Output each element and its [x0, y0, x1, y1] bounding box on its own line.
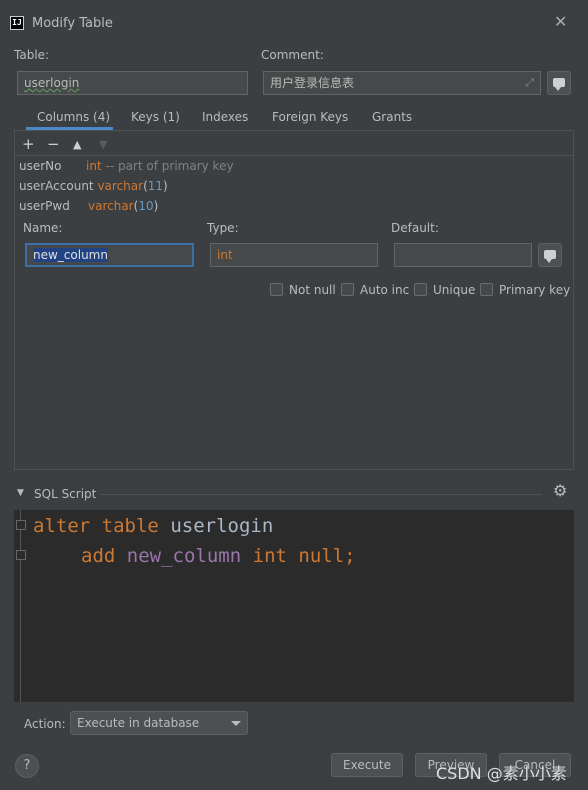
action-select[interactable]: Execute in database — [70, 711, 248, 735]
move-down-icon[interactable]: ▼ — [99, 138, 107, 151]
intellij-app-icon: IJ — [10, 16, 24, 30]
action-select-value: Execute in database — [77, 716, 200, 730]
comment-bubble-icon — [553, 78, 565, 91]
auto-inc-label: Auto inc — [360, 283, 410, 297]
sql-line-2: add new_column int null; — [81, 545, 356, 567]
default-input[interactable] — [394, 243, 532, 267]
close-icon[interactable]: ✕ — [554, 14, 567, 30]
settings-gear-icon[interactable]: ⚙ — [553, 481, 567, 500]
sql-script-header[interactable]: SQL Script — [34, 487, 96, 501]
sql-editor[interactable] — [14, 510, 574, 702]
primary-key-checkbox[interactable] — [480, 283, 493, 296]
unique-label: Unique — [433, 283, 476, 297]
editor-gutter — [20, 510, 21, 702]
sql-identifier: new_column — [126, 545, 242, 567]
table-label: Table: — [14, 48, 50, 62]
comment-edit-button[interactable] — [547, 71, 571, 95]
column-row[interactable]: userPwd varchar(10) — [19, 199, 158, 213]
move-up-icon[interactable]: ▲ — [73, 138, 81, 151]
fold-marker-icon[interactable] — [16, 520, 26, 530]
toolbar-divider — [15, 155, 573, 156]
column-name: userAccount — [19, 179, 94, 193]
comment-label: Comment: — [261, 48, 324, 62]
csdn-watermark: CSDN @素小小素 — [436, 764, 567, 783]
tab-foreign-keys[interactable]: Foreign Keys — [272, 110, 348, 124]
column-type: varchar — [88, 199, 134, 213]
not-null-checkbox[interactable] — [270, 283, 283, 296]
sql-line-1: alter table userlogin — [33, 515, 273, 537]
column-comment: -- part of primary key — [105, 159, 234, 173]
default-label: Default: — [391, 221, 439, 235]
comment-value: 用户登录信息表 — [270, 76, 355, 90]
name-label: Name: — [23, 221, 63, 235]
tab-columns[interactable]: Columns (4) — [37, 110, 110, 124]
column-row[interactable]: userNo int -- part of primary key — [19, 159, 234, 173]
table-name-input[interactable]: userlogin — [17, 71, 248, 95]
column-type: varchar — [97, 179, 144, 193]
tab-grants[interactable]: Grants — [372, 110, 412, 124]
tab-indexes[interactable]: Indexes — [202, 110, 248, 124]
column-name-value: new_column — [33, 248, 108, 262]
action-label: Action: — [24, 717, 66, 731]
column-comment-button[interactable] — [538, 243, 562, 267]
sql-keyword: alter — [33, 515, 91, 537]
unique-checkbox[interactable] — [414, 283, 427, 296]
sql-header-divider — [100, 494, 542, 495]
remove-column-icon[interactable]: − — [47, 135, 60, 153]
auto-inc-checkbox[interactable] — [341, 283, 354, 296]
column-name: userNo — [19, 159, 62, 173]
window-title: Modify Table — [32, 16, 113, 31]
column-size: 10 — [138, 199, 154, 213]
sql-keyword: null; — [298, 545, 356, 567]
column-name-input[interactable]: new_column — [25, 243, 194, 267]
column-type-value: int — [217, 248, 233, 262]
collapse-icon[interactable]: ▼ — [17, 488, 24, 498]
type-label: Type: — [207, 221, 239, 235]
column-name: userPwd — [19, 199, 70, 213]
execute-button[interactable]: Execute — [331, 753, 403, 777]
sql-keyword: int — [252, 545, 287, 567]
table-name-value: userlogin — [24, 76, 80, 90]
column-type: int — [86, 159, 102, 173]
sql-keyword: add — [81, 545, 116, 567]
not-null-label: Not null — [289, 283, 336, 297]
column-size: 11 — [147, 179, 164, 193]
column-type-input[interactable]: int — [210, 243, 378, 267]
comment-input[interactable]: 用户登录信息表 ⤢ — [263, 71, 541, 95]
comment-bubble-icon — [544, 250, 556, 263]
sql-keyword: table — [101, 515, 159, 537]
help-button[interactable]: ? — [15, 754, 39, 778]
add-column-icon[interactable]: + — [22, 135, 35, 153]
column-row[interactable]: userAccount varchar(11) — [19, 179, 168, 193]
expand-icon[interactable]: ⤢ — [525, 72, 534, 94]
sql-identifier: userlogin — [170, 515, 274, 537]
tab-keys[interactable]: Keys (1) — [131, 110, 180, 124]
chevron-down-icon — [231, 721, 241, 726]
primary-key-label: Primary key — [499, 283, 571, 297]
fold-marker-icon[interactable] — [16, 550, 26, 560]
